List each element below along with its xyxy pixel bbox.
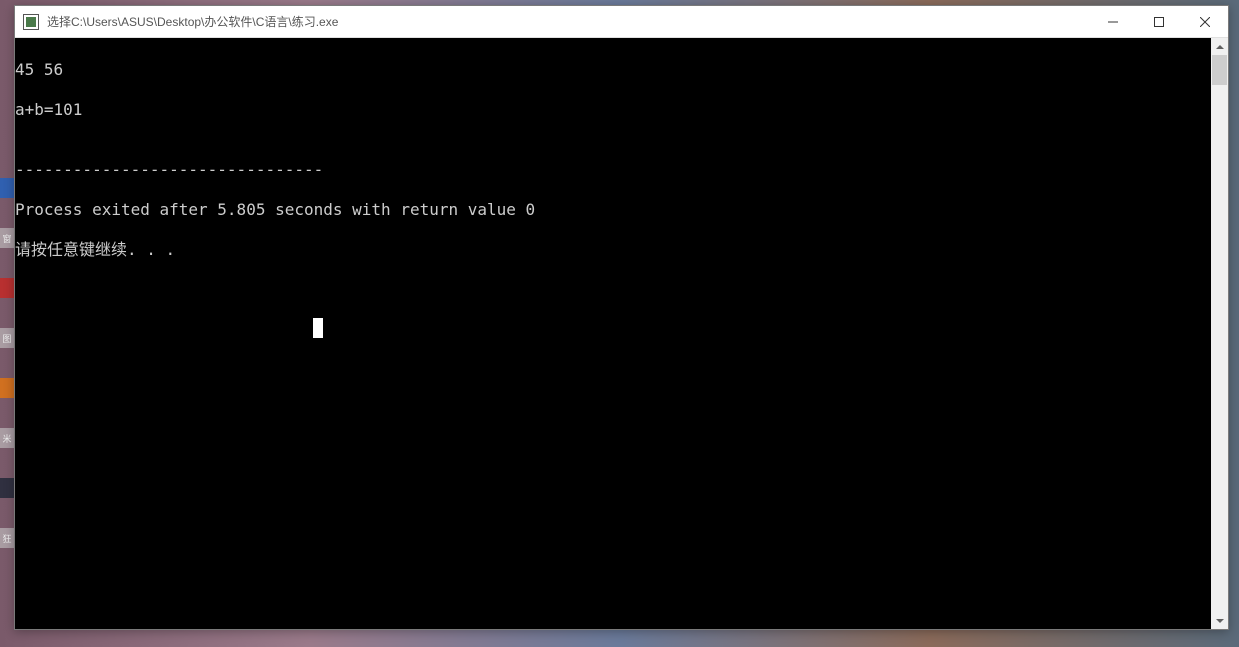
desktop-icon-label: 图 (0, 328, 14, 348)
close-button[interactable] (1182, 6, 1228, 37)
minimize-icon (1108, 17, 1118, 27)
chevron-down-icon (1216, 619, 1224, 623)
vertical-scrollbar[interactable] (1211, 38, 1228, 629)
scroll-down-button[interactable] (1211, 612, 1228, 629)
console-output[interactable]: 45 56 a+b=101 --------------------------… (15, 38, 1211, 629)
desktop-icon-fragment (0, 378, 14, 398)
application-icon (23, 14, 39, 30)
window-controls (1090, 6, 1228, 37)
scroll-up-button[interactable] (1211, 38, 1228, 55)
console-line: Process exited after 5.805 seconds with … (15, 200, 1211, 220)
console-window: 选择C:\Users\ASUS\Desktop\办公软件\C语言\练习.exe … (14, 5, 1229, 630)
desktop-icon-label: 窗 (0, 228, 14, 248)
desktop-icon-label: 狂 (0, 528, 14, 548)
console-line: -------------------------------- (15, 160, 1211, 180)
scroll-thumb[interactable] (1212, 55, 1227, 85)
console-line: 请按任意键继续. . . (15, 240, 1211, 260)
console-line: a+b=101 (15, 100, 1211, 120)
desktop-icon-fragment (0, 478, 14, 498)
titlebar[interactable]: 选择C:\Users\ASUS\Desktop\办公软件\C语言\练习.exe (15, 6, 1228, 38)
close-icon (1200, 17, 1210, 27)
window-title: 选择C:\Users\ASUS\Desktop\办公软件\C语言\练习.exe (47, 13, 1090, 30)
desktop-icon-fragment (0, 178, 14, 198)
console-body: 45 56 a+b=101 --------------------------… (15, 38, 1228, 629)
chevron-up-icon (1216, 45, 1224, 49)
maximize-icon (1154, 17, 1164, 27)
desktop-icon-fragment (0, 278, 14, 298)
minimize-button[interactable] (1090, 6, 1136, 37)
desktop-icons-partial: 窗 图 米 狂 (0, 38, 14, 647)
maximize-button[interactable] (1136, 6, 1182, 37)
desktop-icon-label: 米 (0, 428, 14, 448)
text-cursor (313, 318, 323, 338)
console-line: 45 56 (15, 60, 1211, 80)
